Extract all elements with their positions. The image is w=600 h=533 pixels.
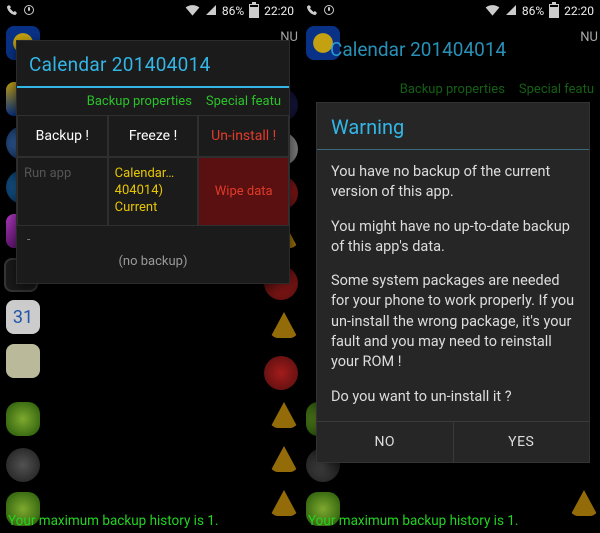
mic-icon <box>23 4 35 19</box>
dialog-title: Calendar 201404014 <box>17 41 289 88</box>
note-dash: - <box>17 226 289 252</box>
battery-percent: 86% <box>522 4 544 18</box>
link-special-features-dim: Special featu <box>519 82 594 97</box>
status-bar: 86% 22:20 <box>0 0 300 22</box>
yes-button[interactable]: YES <box>454 422 590 462</box>
battery-icon <box>549 4 559 18</box>
no-backup-label: (no backup) <box>17 252 289 283</box>
footer-message: Your maximum backup history is 1. <box>308 513 518 529</box>
package-current: Calendar…404014) Current <box>108 157 199 226</box>
dialog-title-dimmed: Calendar 201404014 <box>330 38 506 61</box>
screen-right: 86% 22:20 NU Calendar 201404014 Backup p… <box>300 0 600 533</box>
battery-percent: 86% <box>222 4 244 18</box>
footer-message: Your maximum backup history is 1. <box>8 513 218 529</box>
wipe-data-button[interactable]: Wipe data <box>198 157 289 226</box>
wifi-icon <box>185 4 200 19</box>
link-backup-properties[interactable]: Backup properties <box>87 94 192 109</box>
status-bar: 86% 22:20 <box>300 0 600 22</box>
warning-p1: You have no backup of the current versio… <box>331 162 575 203</box>
uninstall-button[interactable]: Un-install ! <box>198 115 289 157</box>
link-special-features[interactable]: Special featu <box>206 94 281 109</box>
no-button[interactable]: NO <box>317 422 454 462</box>
clock: 22:20 <box>264 4 294 18</box>
battery-icon <box>249 4 259 18</box>
warning-p2: You might have no up-to-date backup of t… <box>331 217 575 258</box>
warning-dialog: Warning You have no backup of the curren… <box>316 102 590 463</box>
link-backup-properties-dim: Backup properties <box>400 82 505 97</box>
mic-icon <box>323 4 335 19</box>
screen-left: 86% 22:20 31 NU Calendar 201404014 Backu… <box>0 0 300 533</box>
phone-icon <box>6 4 18 19</box>
phone-icon <box>306 4 318 19</box>
clock: 22:20 <box>564 4 594 18</box>
freeze-button[interactable]: Freeze ! <box>108 115 199 157</box>
cell-signal-icon <box>205 4 217 19</box>
backup-button[interactable]: Backup ! <box>17 115 108 157</box>
cell-signal-icon <box>505 4 517 19</box>
warning-p4: Do you want to un-install it ? <box>331 387 575 407</box>
run-app-button[interactable]: Run app <box>17 157 108 226</box>
warning-p3: Some system packages are needed for your… <box>331 271 575 372</box>
appbar-text-fragment: NU <box>578 26 600 49</box>
warning-body: You have no backup of the current versio… <box>317 150 589 421</box>
wifi-icon <box>485 4 500 19</box>
warning-title: Warning <box>317 103 589 150</box>
app-actions-dialog: Calendar 201404014 Backup properties Spe… <box>16 40 290 284</box>
